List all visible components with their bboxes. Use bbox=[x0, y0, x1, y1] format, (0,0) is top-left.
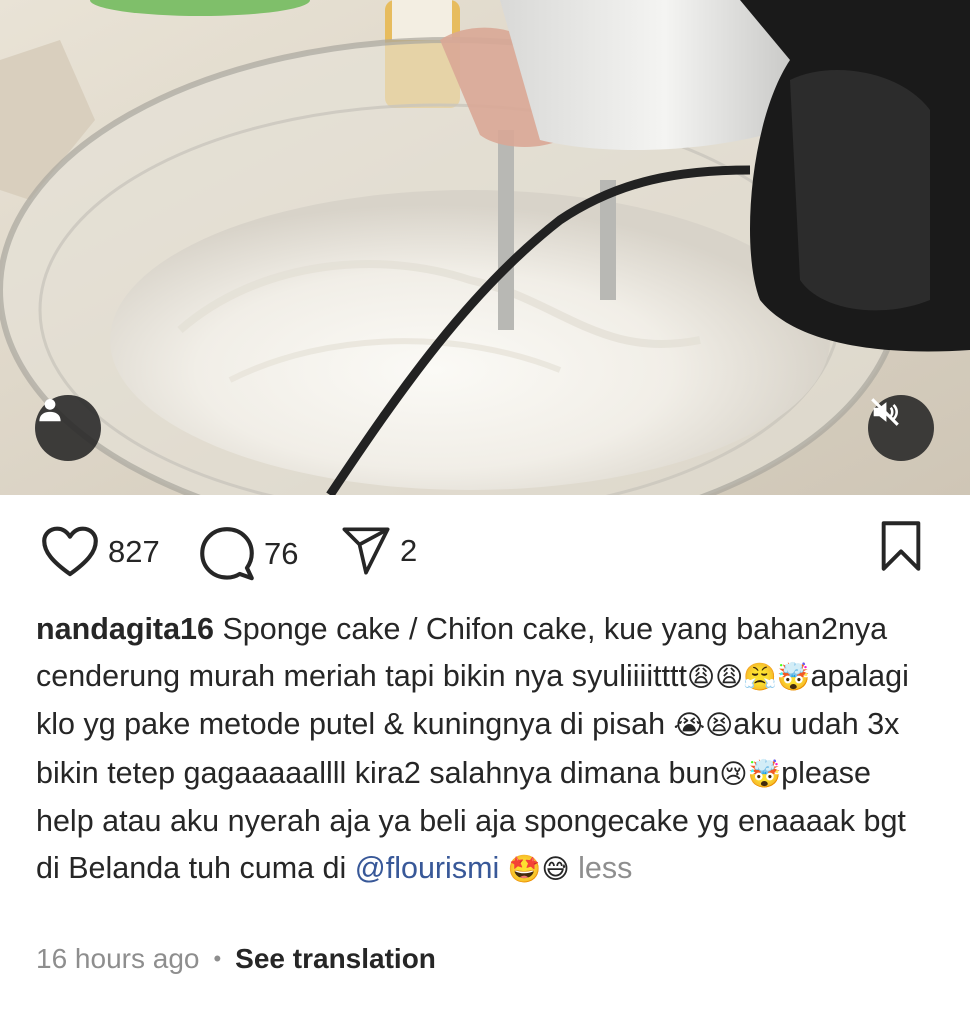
less-button[interactable]: less bbox=[570, 851, 632, 885]
caption-emoji: 🤩😅 bbox=[499, 853, 570, 885]
mention-link[interactable]: @flourismi bbox=[355, 851, 500, 885]
caption-emoji: 😢🤯 bbox=[719, 758, 782, 790]
heart-icon bbox=[42, 526, 98, 577]
post-action-bar: 827 76 2 bbox=[0, 495, 970, 610]
post-timestamp: 16 hours ago bbox=[36, 943, 200, 974]
caption-emoji: 😭😫 bbox=[673, 710, 734, 741]
video-frame bbox=[0, 0, 970, 495]
caption-username[interactable]: nandagita16 bbox=[36, 612, 214, 646]
comment-button[interactable]: 76 bbox=[198, 525, 298, 583]
tagged-people-button[interactable] bbox=[35, 395, 101, 461]
mute-button[interactable] bbox=[868, 395, 934, 461]
caption-emoji: 😩😩😤🤯 bbox=[686, 661, 811, 693]
like-button[interactable]: 827 bbox=[40, 525, 160, 579]
see-translation-link[interactable]: See translation bbox=[235, 943, 436, 975]
comment-bubble-icon bbox=[200, 527, 254, 581]
post-caption: nandagita16 Sponge cake / Chifon cake, k… bbox=[36, 606, 936, 893]
like-count[interactable]: 827 bbox=[108, 534, 160, 570]
post-meta: 16 hours ago • See translation bbox=[36, 943, 436, 975]
save-button[interactable] bbox=[878, 520, 924, 577]
meta-separator: • bbox=[213, 946, 222, 971]
share-count: 2 bbox=[400, 533, 418, 568]
post-video[interactable] bbox=[0, 0, 970, 495]
paper-plane-icon bbox=[342, 527, 390, 575]
person-icon bbox=[39, 399, 61, 422]
speaker-muted-icon bbox=[871, 398, 899, 426]
bookmark-icon bbox=[881, 521, 921, 571]
share-button[interactable]: 2 bbox=[340, 525, 417, 577]
comment-count[interactable]: 76 bbox=[264, 536, 298, 572]
